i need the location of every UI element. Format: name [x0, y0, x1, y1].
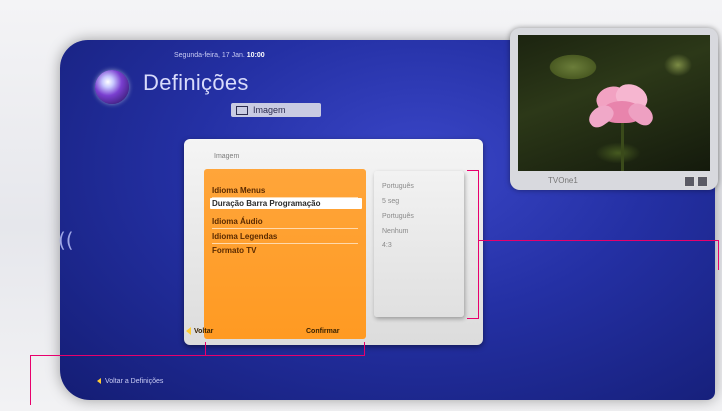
- image-icon: [236, 106, 248, 115]
- date-text: Segunda-feira, 17 Jan.: [174, 52, 245, 59]
- value-idioma-audio: Português: [382, 213, 414, 220]
- callout-line: [478, 170, 479, 318]
- pip-toggle-icon[interactable]: [682, 176, 708, 189]
- back-arrow-icon: [186, 327, 191, 336]
- confirmar-button[interactable]: Confirmar: [306, 325, 339, 339]
- callout-line: [364, 342, 365, 355]
- callout-line: [205, 342, 206, 355]
- values-panel: Português 5 seg Português Nenhum 4:3: [374, 171, 464, 317]
- back-to-settings-link[interactable]: Voltar a Definições: [97, 378, 163, 385]
- channel-label: TVOne1: [548, 176, 578, 185]
- voltar-label: Voltar: [194, 328, 214, 335]
- settings-dialog: Imagem Idioma Menus Duração Barra Progra…: [184, 139, 483, 345]
- logo-disc-icon: [95, 70, 129, 104]
- menu-item-idioma-audio[interactable]: Idioma Áudio: [210, 216, 362, 227]
- menu-item-idioma-menus[interactable]: Idioma Menus: [210, 185, 362, 196]
- dialog-title: Imagem: [214, 153, 240, 160]
- time-text: 10:00: [246, 52, 265, 59]
- tab-label: Imagem: [253, 105, 286, 115]
- dialog-footer: Voltar Confirmar: [184, 319, 366, 341]
- preview-footer: TVOne1: [518, 175, 710, 187]
- back-to-settings-label: Voltar a Definições: [105, 378, 164, 385]
- page-title: Definições: [143, 70, 249, 95]
- value-idioma-legendas: Nenhum: [382, 228, 409, 235]
- voltar-button[interactable]: Voltar: [186, 325, 246, 339]
- callout-line: [718, 240, 719, 270]
- menu-item-idioma-legendas[interactable]: Idioma Legendas: [210, 231, 362, 242]
- value-duracao-barra: 5 seg: [382, 198, 400, 205]
- live-preview-window: TVOne1: [510, 28, 718, 190]
- value-idioma-menus: Português: [382, 183, 414, 190]
- menu-item-duracao-barra[interactable]: Duração Barra Programação: [210, 198, 362, 209]
- callout-line: [467, 318, 479, 319]
- callout-line: [30, 355, 365, 356]
- menu-divider: [212, 243, 358, 244]
- menu-list: Idioma Menus Duração Barra Programação I…: [204, 169, 366, 339]
- preview-image: [518, 35, 710, 171]
- remote-signal-icon: ((: [58, 228, 74, 252]
- menu-divider: [212, 228, 358, 229]
- date-time: Segunda-feira, 17 Jan. 10:00: [174, 52, 265, 59]
- tab-imagem[interactable]: Imagem: [231, 103, 321, 117]
- back-arrow-icon: [97, 378, 101, 385]
- callout-line: [479, 240, 719, 241]
- callout-line: [30, 355, 31, 405]
- value-formato-tv: 4:3: [382, 242, 392, 249]
- menu-item-formato-tv[interactable]: Formato TV: [210, 245, 362, 256]
